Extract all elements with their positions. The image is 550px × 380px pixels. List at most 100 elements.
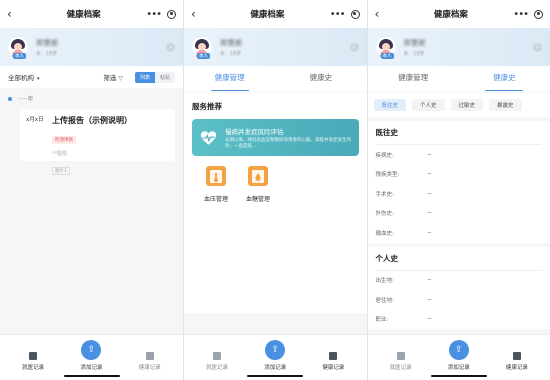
subtab-exposure-history[interactable]: 暴露史 (489, 99, 522, 111)
nav-bar: ‹ 健康档案 ••• (184, 0, 367, 28)
more-icon[interactable]: ••• (330, 9, 346, 20)
section-title: 个人史 (375, 253, 542, 271)
filter-button[interactable]: 筛选 ▽ (103, 72, 123, 82)
field-label: 疾病史: (375, 152, 394, 159)
self-tag: 本人 (197, 53, 210, 59)
subtab-allergy-history[interactable]: 过敏史 (450, 99, 484, 111)
avatar: 本人 (192, 37, 212, 59)
close-icon[interactable] (167, 9, 176, 19)
record-card[interactable]: x月x日 上传报告（示例说明） 检测项目 **医院 图片1 (20, 109, 175, 175)
bottom-item-label: 添加记录 (80, 365, 103, 371)
screen-health-history: ‹ 健康档案 ••• 本人 郑慧妮 女 · 19岁 › 健康管理 健康史 既往史… (366, 0, 550, 380)
bottom-item-add[interactable]: ⇪ 添加记录 (434, 340, 484, 371)
chevron-right-icon[interactable]: › (166, 43, 175, 52)
profile-name: 郑慧妮 (403, 38, 426, 47)
bottom-item-add[interactable]: ⇪ 添加记录 (66, 340, 116, 371)
field-label: 手术史: (375, 191, 394, 198)
field-label: 残疾类型: (375, 172, 400, 179)
heart-pulse-icon (200, 130, 217, 145)
personal-history-section: 个人史 出生地: -- 居住地: -- 职业: -- (367, 246, 550, 330)
history-row: 残疾类型: -- (376, 165, 543, 185)
profile-name: 郑慧妮 (220, 38, 243, 47)
history-subtabs: 既往史 个人史 过敏史 暴露史 (367, 93, 550, 117)
field-value: -- (427, 190, 432, 197)
institution-select[interactable]: 全部机构 ▾ (8, 72, 40, 82)
drop-icon (248, 166, 268, 186)
main-tabs: 健康管理 健康史 (184, 66, 367, 92)
nav-bar: ‹ 健康档案 ••• (367, 0, 550, 28)
tool-blood-sugar[interactable]: 血糖管理 (242, 166, 274, 203)
tool-blood-pressure[interactable]: 血压管理 (200, 166, 232, 203)
close-icon[interactable] (350, 9, 360, 19)
notebook-icon (213, 352, 222, 360)
bottom-item-label: 添加记录 (264, 365, 287, 371)
screen-records: ‹ 健康档案 ••• 本人 郑慧妮 女 · 19岁 › 全部机构 ▾ 筛选 ▽ 列表 (0, 0, 183, 380)
bottom-item-label: 就医记录 (389, 365, 412, 371)
bottom-item-label: 健康记录 (505, 365, 528, 371)
field-value: -- (427, 171, 432, 178)
field-value: -- (427, 296, 432, 303)
more-icon[interactable]: ••• (146, 9, 162, 20)
record-badge: 检测项目 (52, 136, 76, 144)
funnel-icon: ▽ (118, 75, 123, 82)
risk-assessment-banner[interactable]: 慢病并发症风险评估 长期以来，降低高血压和糖尿病患者的心脑、肾脏并发症发生风险，… (192, 119, 359, 156)
field-value: -- (427, 229, 432, 236)
tab-health-history[interactable]: 健康史 (275, 66, 366, 92)
more-icon[interactable]: ••• (513, 9, 529, 20)
timeline-year: ·····年 (18, 96, 34, 103)
tab-health-management[interactable]: 健康管理 (184, 66, 275, 92)
bottom-item-visits[interactable]: 就医记录 (8, 352, 58, 371)
tab-health-management[interactable]: 健康管理 (368, 66, 459, 92)
clipboard-icon (512, 352, 521, 360)
field-label: 出生地: (375, 278, 394, 285)
profile-sub: 女 · 19岁 (403, 50, 425, 57)
close-icon[interactable] (534, 9, 543, 19)
history-row: 居住地: -- (376, 290, 543, 310)
chevron-right-icon[interactable]: › (533, 43, 542, 52)
profile-header[interactable]: 本人 郑慧妮 女 · 19岁 › (0, 28, 183, 66)
bottom-bar: 就医记录 ⇪ 添加记录 健康记录 (367, 334, 550, 380)
history-row: 职业: -- (376, 310, 543, 330)
upload-icon: ⇪ (448, 340, 469, 360)
past-history-section: 既往史 疾病史: -- 残疾类型: -- 手术史: -- 外伤史: -- 输血史: -- (367, 121, 550, 243)
view-list-button[interactable]: 列表 (134, 71, 155, 83)
record-org: **医院 (52, 151, 68, 157)
history-row: 手术史: -- (376, 184, 543, 204)
notebook-icon (29, 352, 38, 360)
back-icon[interactable]: ‹ (7, 7, 21, 21)
bottom-item-label: 就医记录 (206, 365, 229, 371)
bottom-item-visits[interactable]: 就医记录 (376, 352, 426, 371)
banner-desc: 长期以来，降低高血压和糖尿病患者的心脑、肾脏并发症发生风险，一直是临... (224, 137, 351, 149)
page-title: 健康档案 (66, 10, 101, 20)
history-row: 外伤史: -- (376, 204, 543, 224)
bottom-item-health[interactable]: 健康记录 (308, 352, 358, 371)
bottom-item-health[interactable]: 健康记录 (125, 352, 175, 371)
page-title: 健康档案 (433, 10, 468, 20)
bottom-item-label: 就医记录 (22, 365, 45, 371)
back-icon[interactable]: ‹ (375, 7, 389, 21)
tool-grid: 血压管理 血糖管理 (192, 166, 359, 203)
history-row: 疾病史: -- (376, 145, 543, 165)
bottom-item-health[interactable]: 健康记录 (492, 352, 542, 371)
chevron-right-icon[interactable]: › (349, 43, 359, 52)
subtab-past-history[interactable]: 既往史 (373, 99, 407, 111)
section-title: 既往史 (375, 127, 542, 145)
profile-header[interactable]: 本人 郑慧妮 女 · 19岁 › (367, 28, 550, 66)
subtab-personal-history[interactable]: 个人史 (412, 99, 445, 111)
field-value: -- (427, 316, 432, 323)
bottom-item-add[interactable]: ⇪ 添加记录 (250, 340, 300, 371)
bottom-bar: 就医记录 ⇪ 添加记录 健康记录 (0, 334, 183, 380)
field-label: 职业: (375, 317, 389, 324)
self-tag: 本人 (380, 53, 394, 59)
back-icon[interactable]: ‹ (191, 7, 205, 21)
bottom-item-label: 添加记录 (447, 365, 470, 371)
clipboard-icon (329, 352, 338, 360)
profile-header[interactable]: 本人 郑慧妮 女 · 19岁 › (184, 28, 367, 66)
record-picture[interactable]: 图片1 (52, 167, 70, 175)
bottom-item-visits[interactable]: 就医记录 (192, 352, 242, 371)
screen-health-management: ‹ 健康档案 ••• 本人 郑慧妮 女 · 19岁 › 健康管理 健康史 服务推… (183, 0, 367, 380)
view-toggle[interactable]: 列表 粘贴 (134, 71, 175, 83)
view-grid-button[interactable]: 粘贴 (154, 71, 175, 83)
tab-health-history[interactable]: 健康史 (459, 66, 550, 92)
nav-bar: ‹ 健康档案 ••• (0, 0, 183, 28)
